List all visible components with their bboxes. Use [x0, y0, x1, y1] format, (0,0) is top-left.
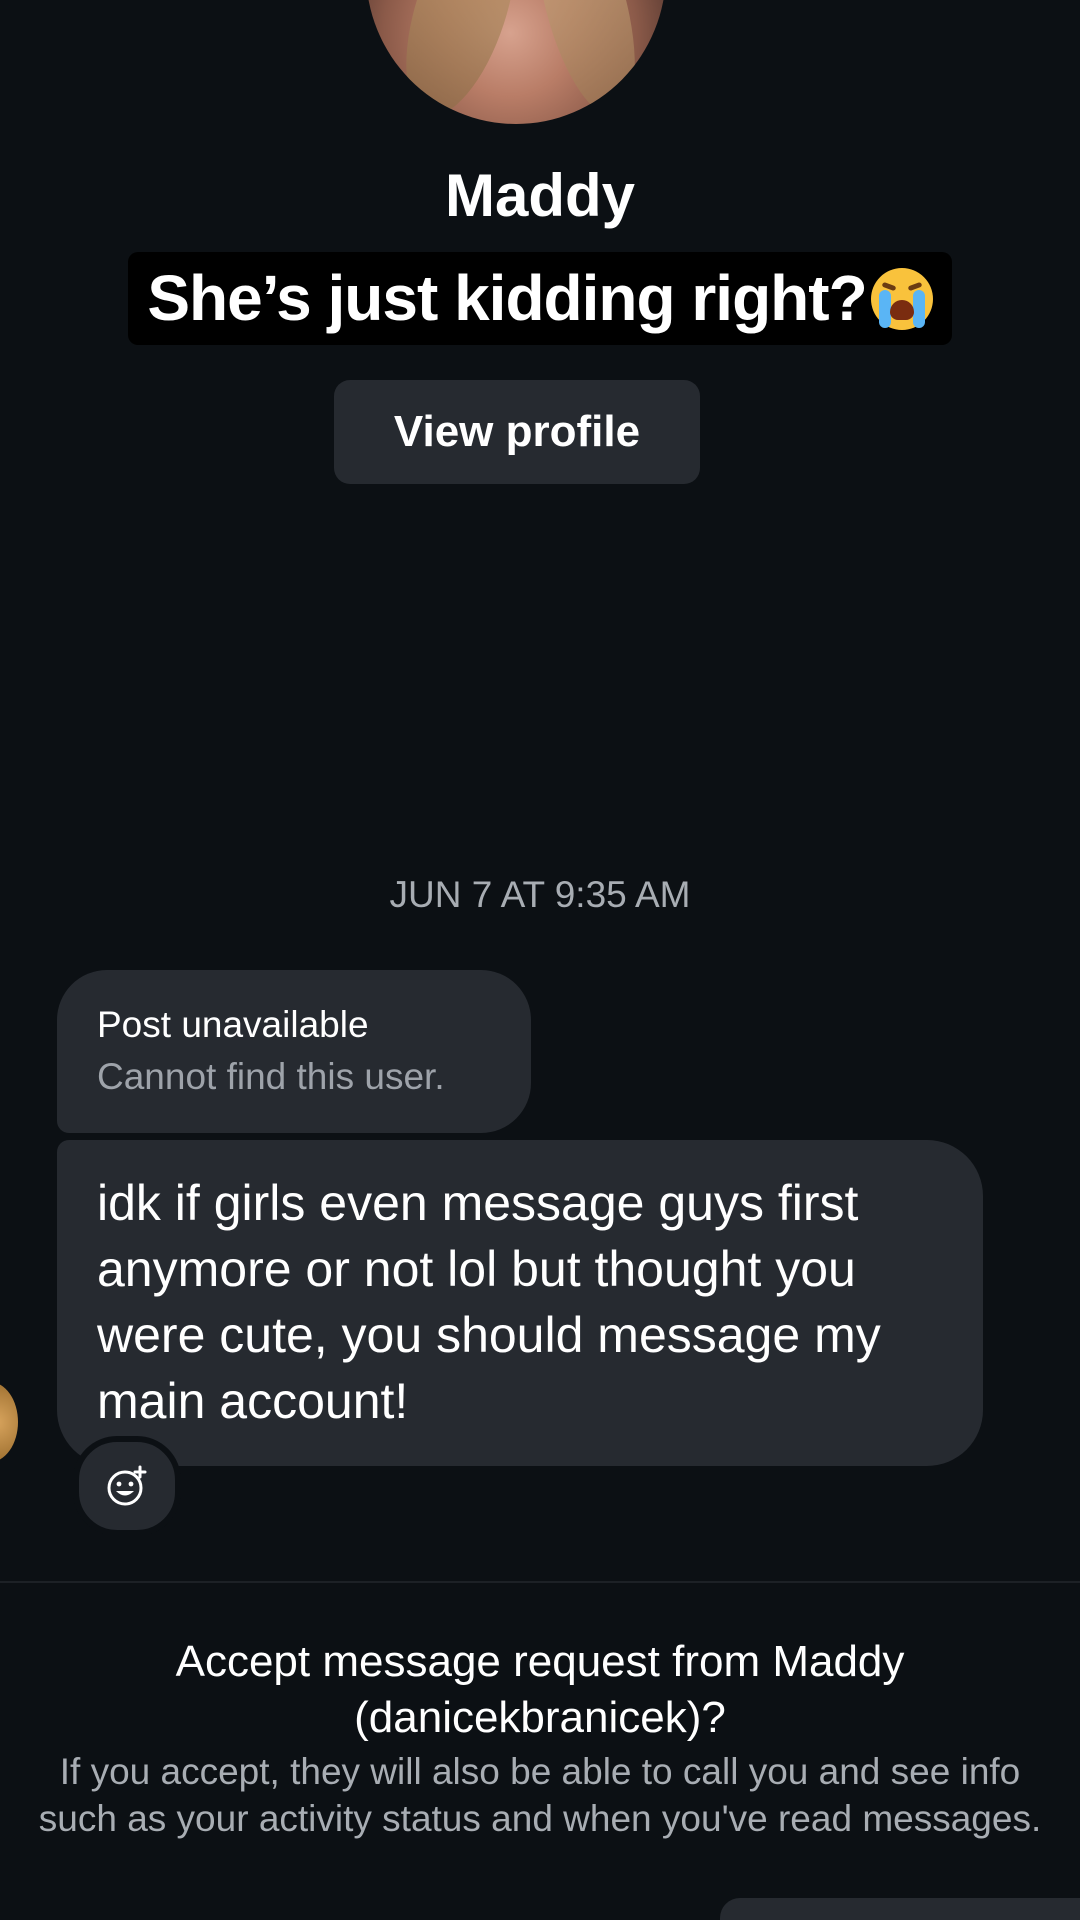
message-line: were cute, you should message my [97, 1307, 881, 1363]
view-profile-button[interactable]: View profile [334, 380, 700, 484]
shared-post-bubble[interactable]: Post unavailable Cannot find this user. [57, 970, 531, 1133]
message-line: idk if girls even message guys first [97, 1175, 859, 1231]
request-title: Accept message request from Maddy (danic… [0, 1634, 1080, 1746]
request-info-line: such as your activity status and when yo… [38, 1798, 1042, 1839]
request-info: If you accept, they will also be able to… [0, 1748, 1080, 1842]
request-title-line: Accept message request from Maddy [175, 1637, 905, 1686]
message-timestamp: JUN 7 AT 9:35 AM [389, 874, 691, 915]
video-caption-overlay: She’s just kidding right? [128, 252, 952, 345]
shared-post-title: Post unavailable [97, 1004, 369, 1045]
message-text: idk if girls even message guys first any… [97, 1170, 957, 1434]
sender-avatar[interactable] [0, 1382, 18, 1462]
message-line: anymore or not lol but thought you [97, 1241, 856, 1297]
profile-avatar[interactable] [366, 0, 666, 124]
request-info-line: If you accept, they will also be able to… [59, 1751, 1021, 1792]
dm-request-screen: Maddy She’s just kidding right? View pro… [0, 0, 1080, 1920]
avatar-hair-right [517, 0, 655, 124]
shared-post-subtitle: Cannot find this user. [97, 1056, 445, 1097]
message-bubble[interactable]: idk if girls even message guys first any… [57, 1140, 983, 1466]
loudly-crying-face-icon [870, 267, 933, 330]
avatar-hair-left [384, 0, 538, 124]
profile-name: Maddy [444, 162, 636, 229]
add-reaction-button[interactable] [73, 1436, 181, 1536]
message-line: main account! [97, 1373, 409, 1429]
request-divider [0, 1581, 1080, 1583]
request-title-line: (danicekbranicek)? [354, 1693, 726, 1742]
add-reaction-icon [107, 1465, 147, 1506]
accept-button[interactable] [720, 1898, 1080, 1920]
caption-text: She’s just kidding right? [147, 262, 867, 334]
